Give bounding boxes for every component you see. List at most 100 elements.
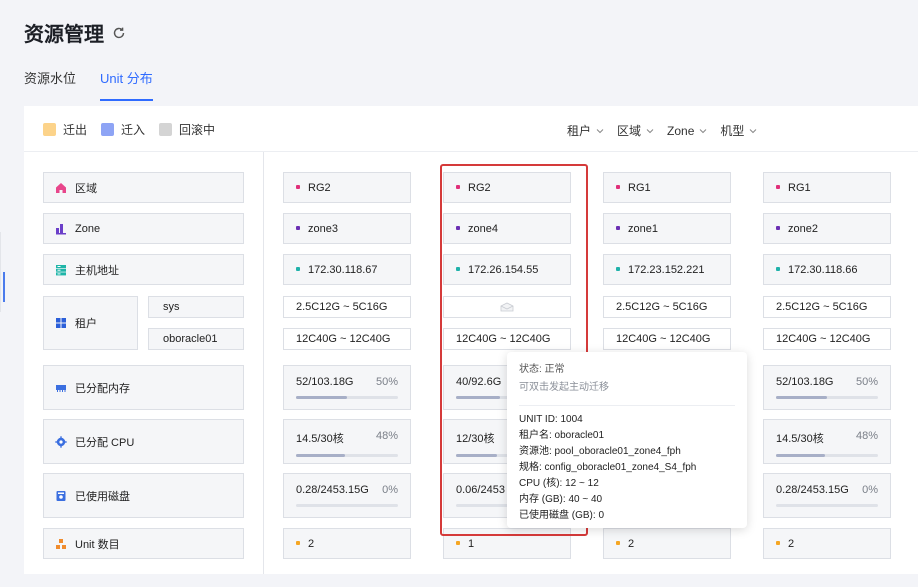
unit-cpu-cell[interactable]: 14.5/30核 48%: [283, 419, 411, 464]
unit-count-cell[interactable]: 2: [763, 528, 891, 559]
cell-text: RG1: [788, 181, 811, 194]
filter-tenant[interactable]: 租户: [567, 122, 604, 139]
metric-value: 12/30核: [456, 433, 495, 445]
unit-host-cell[interactable]: 172.30.118.66: [763, 254, 891, 285]
usage-bar: [776, 504, 878, 507]
unit-cpu-cell[interactable]: 14.5/30核 48%: [763, 419, 891, 464]
unit-region-cell[interactable]: RG1: [603, 172, 731, 203]
cell-text: 2: [308, 537, 315, 550]
unit-zone-cell[interactable]: zone2: [763, 213, 891, 244]
legend: 迁出 迁入 回滚中: [43, 121, 229, 138]
unit-host-cell[interactable]: 172.30.118.67: [283, 254, 411, 285]
usage-bar-fill: [776, 454, 825, 457]
tab-resource-level[interactable]: 资源水位: [24, 68, 76, 101]
unit-tenant-spec-cell[interactable]: 12C40G ~ 12C40G: [283, 328, 411, 350]
region-dot: [616, 184, 620, 189]
unit-dot: [456, 540, 460, 545]
tooltip-status: 状态: 正常: [519, 364, 565, 375]
unit-zone-cell[interactable]: zone4: [443, 213, 571, 244]
zone-dot: [296, 225, 300, 230]
row-label-cpu: 已分配 CPU: [43, 419, 244, 464]
bar-chart-icon: [56, 223, 66, 234]
legend-swatch: [159, 123, 173, 136]
metric-value: 0.06/2453: [456, 484, 505, 496]
unit-memory-cell[interactable]: 52/103.18G 50%: [283, 365, 411, 410]
unit-disk-cell[interactable]: 0.28/2453.15G 0%: [283, 473, 411, 518]
unit-distribution-panel: 迁出 迁入 回滚中 租户 区域 Zone 机型 区域 Zone 主机地址 租户 …: [24, 106, 918, 574]
tooltip-hint: 可双击发起主动迁移: [519, 382, 609, 393]
tab-unit-distribution[interactable]: Unit 分布: [100, 68, 153, 101]
unit-count-cell[interactable]: 2: [603, 528, 731, 559]
unit-tenant-spec-cell[interactable]: 12C40G ~ 12C40G: [763, 328, 891, 350]
unit-sys-spec-cell[interactable]: 2.5C12G ~ 5C16G: [603, 296, 731, 318]
metric-percent: 0%: [382, 484, 398, 496]
legend-label: 回滚中: [179, 123, 216, 137]
row-label-tenant: 租户: [43, 296, 138, 350]
toolbar: 迁出 迁入 回滚中 租户 区域 Zone 机型: [24, 106, 918, 152]
usage-bar: [776, 454, 878, 457]
unit-region-cell[interactable]: RG1: [763, 172, 891, 203]
home-icon: [56, 182, 66, 193]
row-label-disk: 已使用磁盘: [43, 473, 244, 518]
metric-percent: 48%: [855, 430, 878, 442]
tooltip-spec: 规格: config_oboracle01_zone4_S4_fph: [519, 462, 697, 473]
unit-host-cell[interactable]: 172.23.152.221: [603, 254, 731, 285]
unit-memory-cell[interactable]: 52/103.18G 50%: [763, 365, 891, 410]
unit-count-cell[interactable]: 1: [443, 528, 571, 559]
unit-sys-spec-cell[interactable]: 2.5C12G ~ 5C16G: [283, 296, 411, 318]
memory-icon: [56, 384, 66, 392]
unit-zone-cell[interactable]: zone3: [283, 213, 411, 244]
unit-region-cell[interactable]: RG2: [283, 172, 411, 203]
metric-value: 52/103.18G: [776, 376, 834, 388]
cell-text: zone1: [628, 222, 658, 235]
unit-count-cell[interactable]: 2: [283, 528, 411, 559]
refresh-icon[interactable]: [112, 26, 126, 40]
unit-tooltip: 状态: 正常 可双击发起主动迁移 UNIT ID: 1004 租户名: obor…: [507, 352, 747, 528]
zone-dot: [456, 225, 460, 230]
row-label-text: 租户: [75, 318, 97, 330]
unit-sys-spec-cell[interactable]: 2.5C12G ~ 5C16G: [763, 296, 891, 318]
sidebar-active-marker: [3, 272, 5, 302]
row-label-host: 主机地址: [43, 254, 244, 285]
unit-tenant-spec-cell[interactable]: 12C40G ~ 12C40G: [443, 328, 571, 350]
page-title: 资源管理: [24, 18, 126, 47]
sidebar-edge: [0, 232, 6, 312]
row-label-text: 已使用磁盘: [75, 490, 130, 503]
chevron-down-icon: [646, 128, 654, 133]
cpu-icon: [55, 435, 67, 448]
cell-text: 172.30.118.67: [308, 263, 378, 276]
filter-zone[interactable]: Zone: [667, 122, 707, 139]
page-title-text: 资源管理: [24, 24, 104, 46]
filter-label: 租户: [567, 124, 592, 138]
metric-percent: 0%: [862, 484, 878, 496]
usage-bar-fill: [296, 454, 345, 457]
legend-swatch: [43, 123, 56, 136]
filter-bar: 租户 区域 Zone 机型: [567, 122, 770, 139]
filter-region[interactable]: 区域: [617, 122, 654, 139]
row-label-text: 主机地址: [75, 264, 119, 277]
tooltip-tenant: 租户名: oboracle01: [519, 430, 605, 441]
metric-percent: 50%: [375, 376, 398, 388]
tooltip-divider: [519, 405, 735, 406]
row-label-zone: Zone: [43, 213, 244, 244]
usage-bar-fill: [456, 396, 500, 399]
unit-tenant-spec-cell[interactable]: 12C40G ~ 12C40G: [603, 328, 731, 350]
unit-zone-cell[interactable]: zone1: [603, 213, 731, 244]
chevron-down-icon: [596, 128, 604, 133]
unit-host-cell[interactable]: 172.26.154.55: [443, 254, 571, 285]
filter-label: Zone: [667, 123, 695, 138]
metric-value: 52/103.18G: [296, 376, 354, 388]
legend-item-migrate-in: 迁入: [101, 121, 145, 138]
row-label-region: 区域: [43, 172, 244, 203]
row-label-memory: 已分配内存: [43, 365, 244, 410]
row-label-text: 已分配 CPU: [75, 436, 135, 449]
unit-region-cell[interactable]: RG2: [443, 172, 571, 203]
cell-text: zone3: [308, 222, 338, 235]
usage-bar: [296, 396, 398, 399]
unit-disk-cell[interactable]: 0.28/2453.15G 0%: [763, 473, 891, 518]
zone-dot: [616, 225, 620, 230]
unit-sys-spec-cell[interactable]: [443, 296, 571, 318]
host-dot: [776, 266, 780, 271]
legend-item-rolling-back: 回滚中: [159, 121, 215, 138]
filter-machine-type[interactable]: 机型: [720, 122, 757, 139]
